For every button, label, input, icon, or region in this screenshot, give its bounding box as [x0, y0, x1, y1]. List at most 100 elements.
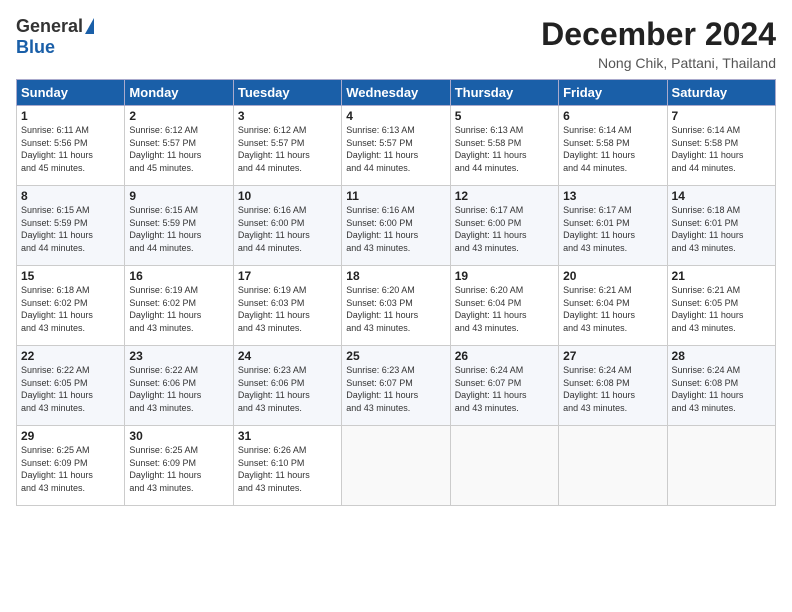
day-info: Sunrise: 6:16 AM Sunset: 6:00 PM Dayligh…	[238, 204, 337, 254]
day-info: Sunrise: 6:24 AM Sunset: 6:08 PM Dayligh…	[672, 364, 771, 414]
day-number: 22	[21, 349, 120, 363]
calendar-cell: 27Sunrise: 6:24 AM Sunset: 6:08 PM Dayli…	[559, 346, 667, 426]
day-info: Sunrise: 6:12 AM Sunset: 5:57 PM Dayligh…	[238, 124, 337, 174]
day-number: 3	[238, 109, 337, 123]
day-number: 7	[672, 109, 771, 123]
day-info: Sunrise: 6:19 AM Sunset: 6:03 PM Dayligh…	[238, 284, 337, 334]
day-info: Sunrise: 6:21 AM Sunset: 6:04 PM Dayligh…	[563, 284, 662, 334]
calendar-cell: 30Sunrise: 6:25 AM Sunset: 6:09 PM Dayli…	[125, 426, 233, 506]
day-info: Sunrise: 6:19 AM Sunset: 6:02 PM Dayligh…	[129, 284, 228, 334]
title-block: December 2024 Nong Chik, Pattani, Thaila…	[541, 16, 776, 71]
col-monday: Monday	[125, 80, 233, 106]
calendar-cell: 5Sunrise: 6:13 AM Sunset: 5:58 PM Daylig…	[450, 106, 558, 186]
day-number: 8	[21, 189, 120, 203]
day-info: Sunrise: 6:24 AM Sunset: 6:08 PM Dayligh…	[563, 364, 662, 414]
calendar-cell: 6Sunrise: 6:14 AM Sunset: 5:58 PM Daylig…	[559, 106, 667, 186]
day-number: 9	[129, 189, 228, 203]
day-info: Sunrise: 6:26 AM Sunset: 6:10 PM Dayligh…	[238, 444, 337, 494]
calendar-cell: 3Sunrise: 6:12 AM Sunset: 5:57 PM Daylig…	[233, 106, 341, 186]
week-row-1: 1Sunrise: 6:11 AM Sunset: 5:56 PM Daylig…	[17, 106, 776, 186]
day-info: Sunrise: 6:23 AM Sunset: 6:07 PM Dayligh…	[346, 364, 445, 414]
day-number: 18	[346, 269, 445, 283]
day-info: Sunrise: 6:21 AM Sunset: 6:05 PM Dayligh…	[672, 284, 771, 334]
col-sunday: Sunday	[17, 80, 125, 106]
day-info: Sunrise: 6:16 AM Sunset: 6:00 PM Dayligh…	[346, 204, 445, 254]
day-number: 15	[21, 269, 120, 283]
calendar-table: Sunday Monday Tuesday Wednesday Thursday…	[16, 79, 776, 506]
day-info: Sunrise: 6:11 AM Sunset: 5:56 PM Dayligh…	[21, 124, 120, 174]
calendar-cell: 4Sunrise: 6:13 AM Sunset: 5:57 PM Daylig…	[342, 106, 450, 186]
day-info: Sunrise: 6:17 AM Sunset: 6:00 PM Dayligh…	[455, 204, 554, 254]
day-number: 19	[455, 269, 554, 283]
day-number: 28	[672, 349, 771, 363]
day-number: 26	[455, 349, 554, 363]
day-info: Sunrise: 6:24 AM Sunset: 6:07 PM Dayligh…	[455, 364, 554, 414]
day-info: Sunrise: 6:12 AM Sunset: 5:57 PM Dayligh…	[129, 124, 228, 174]
calendar-cell: 17Sunrise: 6:19 AM Sunset: 6:03 PM Dayli…	[233, 266, 341, 346]
day-number: 30	[129, 429, 228, 443]
day-number: 1	[21, 109, 120, 123]
calendar-cell: 25Sunrise: 6:23 AM Sunset: 6:07 PM Dayli…	[342, 346, 450, 426]
day-number: 24	[238, 349, 337, 363]
col-saturday: Saturday	[667, 80, 775, 106]
day-number: 14	[672, 189, 771, 203]
calendar-cell: 19Sunrise: 6:20 AM Sunset: 6:04 PM Dayli…	[450, 266, 558, 346]
day-info: Sunrise: 6:17 AM Sunset: 6:01 PM Dayligh…	[563, 204, 662, 254]
day-number: 10	[238, 189, 337, 203]
day-info: Sunrise: 6:23 AM Sunset: 6:06 PM Dayligh…	[238, 364, 337, 414]
day-number: 2	[129, 109, 228, 123]
logo-text-general: General	[16, 16, 83, 37]
day-info: Sunrise: 6:25 AM Sunset: 6:09 PM Dayligh…	[129, 444, 228, 494]
day-info: Sunrise: 6:13 AM Sunset: 5:58 PM Dayligh…	[455, 124, 554, 174]
col-friday: Friday	[559, 80, 667, 106]
day-info: Sunrise: 6:14 AM Sunset: 5:58 PM Dayligh…	[672, 124, 771, 174]
calendar-cell: 21Sunrise: 6:21 AM Sunset: 6:05 PM Dayli…	[667, 266, 775, 346]
day-number: 13	[563, 189, 662, 203]
day-info: Sunrise: 6:18 AM Sunset: 6:02 PM Dayligh…	[21, 284, 120, 334]
day-info: Sunrise: 6:15 AM Sunset: 5:59 PM Dayligh…	[21, 204, 120, 254]
col-thursday: Thursday	[450, 80, 558, 106]
day-number: 11	[346, 189, 445, 203]
calendar-cell: 24Sunrise: 6:23 AM Sunset: 6:06 PM Dayli…	[233, 346, 341, 426]
calendar-cell: 8Sunrise: 6:15 AM Sunset: 5:59 PM Daylig…	[17, 186, 125, 266]
calendar-cell: 13Sunrise: 6:17 AM Sunset: 6:01 PM Dayli…	[559, 186, 667, 266]
calendar-cell	[559, 426, 667, 506]
calendar-cell: 28Sunrise: 6:24 AM Sunset: 6:08 PM Dayli…	[667, 346, 775, 426]
week-row-5: 29 Sunrise: 6:25 AM Sunset: 6:09 PM Dayli…	[17, 426, 776, 506]
day-info: Sunrise: 6:14 AM Sunset: 5:58 PM Dayligh…	[563, 124, 662, 174]
day-info: Sunrise: 6:22 AM Sunset: 6:05 PM Dayligh…	[21, 364, 120, 414]
day-number: 17	[238, 269, 337, 283]
logo-triangle-icon	[85, 18, 94, 34]
week-row-3: 15Sunrise: 6:18 AM Sunset: 6:02 PM Dayli…	[17, 266, 776, 346]
calendar-cell	[667, 426, 775, 506]
week-row-4: 22Sunrise: 6:22 AM Sunset: 6:05 PM Dayli…	[17, 346, 776, 426]
day-number: 6	[563, 109, 662, 123]
day-info: Sunrise: 6:20 AM Sunset: 6:03 PM Dayligh…	[346, 284, 445, 334]
calendar-cell: 9Sunrise: 6:15 AM Sunset: 5:59 PM Daylig…	[125, 186, 233, 266]
day-number: 25	[346, 349, 445, 363]
calendar-cell	[450, 426, 558, 506]
calendar-cell: 29Sunrise: 6:25 AM Sunset: 6:09 PM Dayli…	[17, 426, 125, 506]
day-number: 23	[129, 349, 228, 363]
calendar-cell: 23Sunrise: 6:22 AM Sunset: 6:06 PM Dayli…	[125, 346, 233, 426]
logo-text-blue: Blue	[16, 37, 55, 58]
calendar-cell: 2Sunrise: 6:12 AM Sunset: 5:57 PM Daylig…	[125, 106, 233, 186]
day-info: Sunrise: 6:18 AM Sunset: 6:01 PM Dayligh…	[672, 204, 771, 254]
calendar-cell: 16Sunrise: 6:19 AM Sunset: 6:02 PM Dayli…	[125, 266, 233, 346]
day-number: 4	[346, 109, 445, 123]
day-number: 12	[455, 189, 554, 203]
calendar-cell: 14Sunrise: 6:18 AM Sunset: 6:01 PM Dayli…	[667, 186, 775, 266]
header: General Blue December 2024 Nong Chik, Pa…	[16, 16, 776, 71]
calendar-cell: 7Sunrise: 6:14 AM Sunset: 5:58 PM Daylig…	[667, 106, 775, 186]
location-subtitle: Nong Chik, Pattani, Thailand	[541, 55, 776, 71]
day-number: 29	[21, 429, 120, 443]
calendar-cell: 10Sunrise: 6:16 AM Sunset: 6:00 PM Dayli…	[233, 186, 341, 266]
day-number: 21	[672, 269, 771, 283]
day-info: Sunrise: 6:13 AM Sunset: 5:57 PM Dayligh…	[346, 124, 445, 174]
calendar-header-row: Sunday Monday Tuesday Wednesday Thursday…	[17, 80, 776, 106]
week-row-2: 8Sunrise: 6:15 AM Sunset: 5:59 PM Daylig…	[17, 186, 776, 266]
day-info: Sunrise: 6:22 AM Sunset: 6:06 PM Dayligh…	[129, 364, 228, 414]
calendar-cell: 1Sunrise: 6:11 AM Sunset: 5:56 PM Daylig…	[17, 106, 125, 186]
calendar-cell: 22Sunrise: 6:22 AM Sunset: 6:05 PM Dayli…	[17, 346, 125, 426]
calendar-page: General Blue December 2024 Nong Chik, Pa…	[0, 0, 792, 612]
